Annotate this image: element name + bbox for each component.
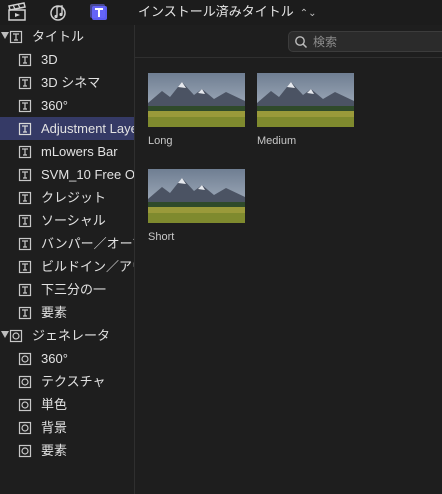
sidebar-item-label: SVM_10 Free Openers (41, 167, 134, 182)
sidebar-item-label: 3D (41, 52, 58, 67)
title-icon (18, 283, 32, 297)
browser-divider (135, 57, 442, 58)
generators-icon (9, 329, 23, 343)
browser-item-long[interactable]: Long (148, 73, 245, 148)
sidebar-item-mlowers-bar[interactable]: mLowers Bar (0, 140, 134, 163)
category-dropdown[interactable]: インストール済みタイトル ⌃⌄ (138, 4, 317, 20)
thumbnail-image (257, 73, 354, 127)
toolbar: インストール済みタイトル ⌃⌄ (0, 0, 442, 25)
sidebar-item-label: 360° (41, 351, 68, 366)
browser-item-short[interactable]: Short (148, 169, 245, 244)
sidebar-item-label: クレジット (41, 190, 107, 205)
sidebar-item-lower-thirds[interactable]: 下三分の一 (0, 278, 134, 301)
sidebar-item-label: テクスチャ (41, 374, 106, 389)
sidebar-item-label: 背景 (41, 420, 68, 435)
browser-item-label: Long (148, 135, 173, 147)
generator-icon (18, 398, 32, 412)
sidebar-item-3d[interactable]: 3D (0, 48, 134, 71)
generator-icon (18, 444, 32, 458)
disclosure-triangle-icon[interactable] (1, 32, 9, 39)
sidebar-item-adjustment-layer[interactable]: Adjustment Layer (0, 117, 134, 140)
search-field[interactable] (288, 31, 442, 52)
music-icon[interactable] (47, 2, 69, 22)
thumbnail-image (148, 73, 245, 127)
title-icon (18, 260, 32, 274)
sidebar-item-label: mLowers Bar (41, 144, 118, 159)
sidebar-item-label: ビルドイン／アウト (41, 259, 134, 274)
title-icon (18, 237, 32, 251)
title-icon (18, 168, 32, 182)
sidebar-item-label: ソーシャル (41, 213, 106, 228)
sidebar-item-label: 下三分の一 (41, 282, 107, 297)
generator-icon (18, 352, 32, 366)
sidebar-group-generators[interactable]: ジェネレータ (0, 324, 134, 347)
generator-icon (18, 421, 32, 435)
sidebar-item-360[interactable]: 360° (0, 94, 134, 117)
title-icon (18, 145, 32, 159)
clapperboard-icon[interactable] (6, 2, 28, 22)
sidebar-item-build-in-out[interactable]: ビルドイン／アウト (0, 255, 134, 278)
browser-item-label: Medium (257, 135, 297, 147)
title-icon (18, 306, 32, 320)
titles-generators-icon[interactable] (88, 2, 110, 22)
sidebar-item-elements[interactable]: 要素 (0, 301, 134, 324)
sidebar-group-label: タイトル (32, 29, 85, 44)
browser-item-label: Short (148, 231, 175, 243)
title-icon (18, 76, 32, 90)
sidebar-item-solids[interactable]: 単色 (0, 393, 134, 416)
sidebar-item-label: 360° (41, 98, 68, 113)
category-label: インストール済みタイトル (138, 4, 294, 19)
sidebar-item-textures[interactable]: テクスチャ (0, 370, 134, 393)
sidebar-item-label: 要素 (41, 443, 68, 458)
sidebar-item-3d-cinema[interactable]: 3D シネマ (0, 71, 134, 94)
title-icon (18, 191, 32, 205)
sidebar-item-backgrounds[interactable]: 背景 (0, 416, 134, 439)
sidebar-item-label: 3D シネマ (41, 75, 101, 90)
sidebar: タイトル 3D 3D シネマ 360° Adjustment Layer mLo… (0, 25, 134, 494)
generator-icon (18, 375, 32, 389)
sidebar-divider (134, 25, 135, 494)
sidebar-item-gen-elements[interactable]: 要素 (0, 439, 134, 462)
sidebar-item-label: Adjustment Layer (41, 121, 134, 136)
sidebar-item-label: 単色 (41, 397, 68, 412)
sidebar-item-label: バンパー／オープナー (41, 236, 134, 251)
title-icon (18, 53, 32, 67)
sidebar-group-label: ジェネレータ (32, 328, 111, 343)
sidebar-group-titles[interactable]: タイトル (0, 25, 134, 48)
sidebar-item-gen-360[interactable]: 360° (0, 347, 134, 370)
title-icon (18, 99, 32, 113)
chevron-updown-icon: ⌃⌄ (299, 8, 317, 19)
title-icon (18, 214, 32, 228)
sidebar-item-social[interactable]: ソーシャル (0, 209, 134, 232)
titles-icon (9, 30, 23, 44)
search-input[interactable] (313, 34, 433, 49)
title-icon (18, 122, 32, 136)
sidebar-item-bumper-opener[interactable]: バンパー／オープナー (0, 232, 134, 255)
thumbnail-image (148, 169, 245, 223)
sidebar-item-label: 要素 (41, 305, 68, 320)
disclosure-triangle-icon[interactable] (1, 331, 9, 338)
browser-item-medium[interactable]: Medium (257, 73, 354, 148)
sidebar-item-svm-openers[interactable]: SVM_10 Free Openers (0, 163, 134, 186)
sidebar-item-credits[interactable]: クレジット (0, 186, 134, 209)
search-icon (294, 35, 308, 49)
